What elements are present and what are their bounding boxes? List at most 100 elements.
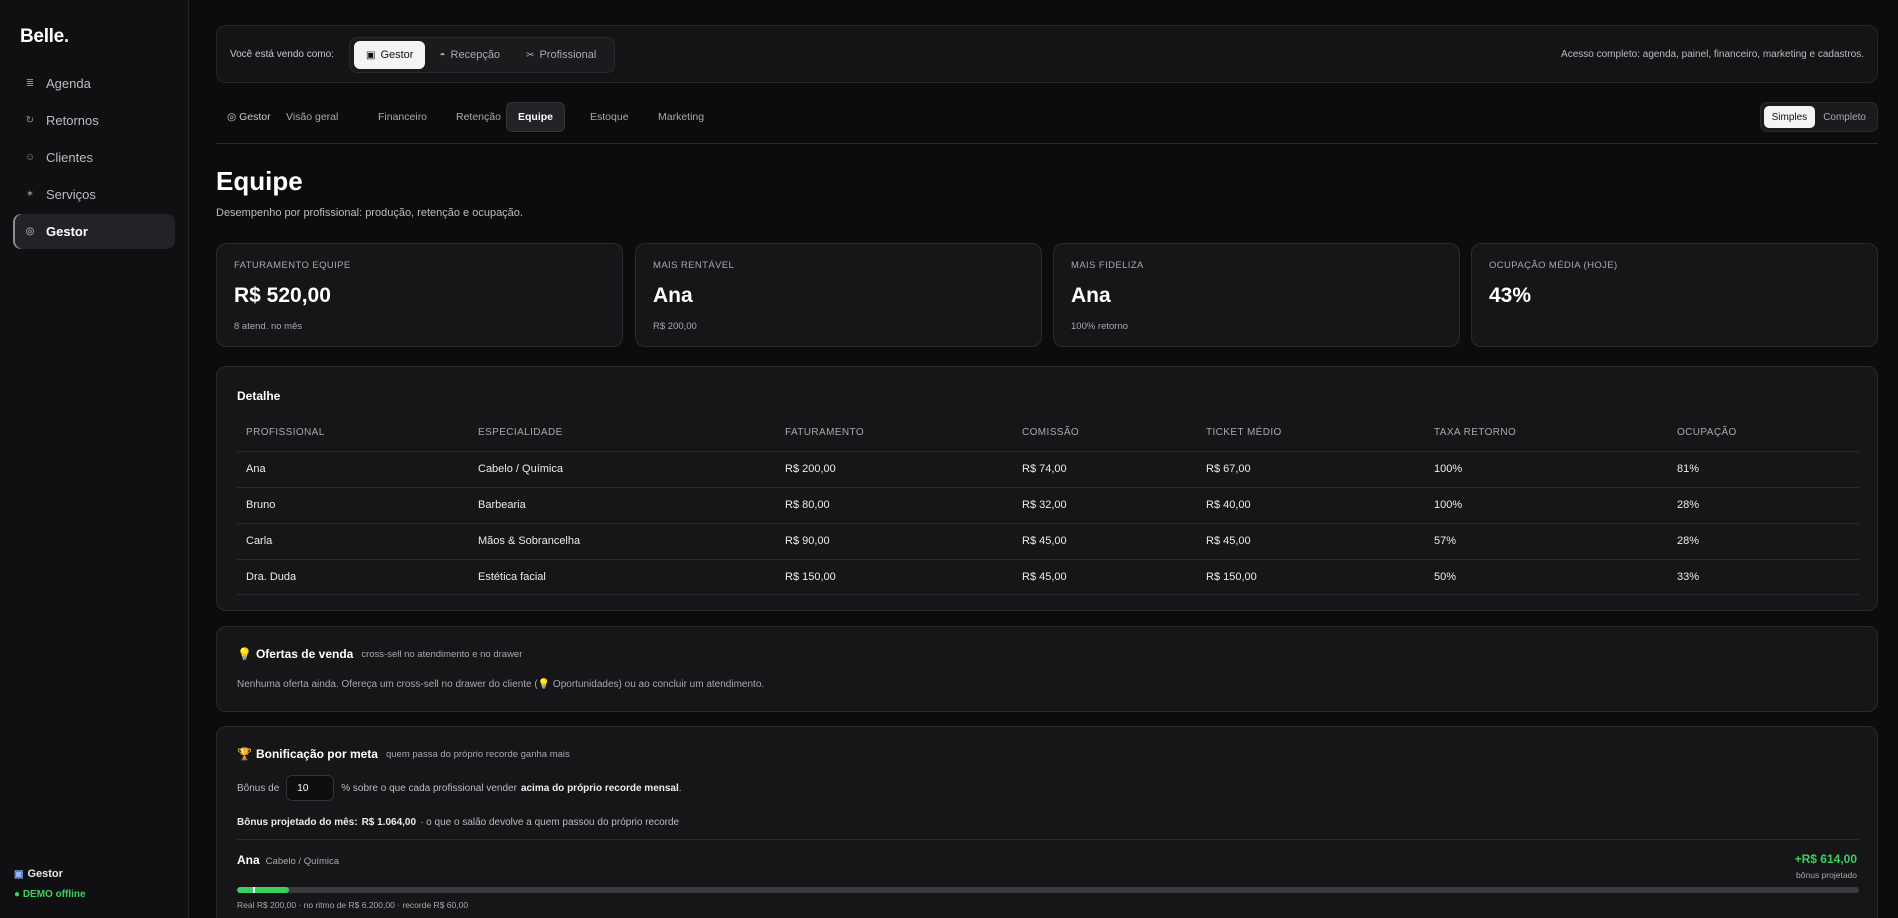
role-button-label: Gestor (380, 49, 414, 61)
kpi-label: MAIS RENTÁVEL (653, 260, 735, 271)
view-mode-toggle: Simples Completo (1759, 102, 1878, 132)
kpi-value: R$ 520,00 (234, 284, 331, 307)
app-logo[interactable]: Belle. (20, 26, 69, 48)
bonus-title: 🏆 Bonificação por meta quem passa do pró… (237, 747, 570, 761)
kpi-card: FATURAMENTO EQUIPE R$ 520,00 8 atend. no… (216, 243, 623, 347)
table-row[interactable]: Carla Mãos & Sobrancelha R$ 90,00 R$ 45,… (237, 523, 1859, 559)
bonus-progress-bar (237, 887, 1859, 893)
column-header: ESPECIALIDADE (478, 427, 563, 438)
cell-ticket: R$ 40,00 (1206, 499, 1251, 511)
role-button-profissional[interactable]: ✂ Profissional (514, 41, 608, 69)
person-icon: ☺ (24, 152, 36, 163)
sidebar: Belle. ≣ Agenda ↻ Retornos ☺ Clientes ✶ … (0, 0, 189, 918)
tab-gestor[interactable]: ◎ Gestor (216, 102, 282, 132)
sidebar-item-servicos[interactable]: ✶ Serviços (13, 177, 175, 212)
role-button-label: Recepção (450, 49, 501, 61)
column-header: FATURAMENTO (785, 427, 865, 438)
cell-specialty: Barbearia (478, 499, 526, 511)
mode-full-button[interactable]: Completo (1815, 106, 1874, 128)
role-button-gestor[interactable]: ▣ Gestor (354, 41, 426, 69)
tab-estoque[interactable]: Estoque (579, 102, 640, 132)
sidebar-item-agenda[interactable]: ≣ Agenda (13, 66, 175, 101)
tab-equipe[interactable]: Equipe (506, 102, 566, 132)
cell-commission: R$ 45,00 (1022, 535, 1067, 547)
role-switcher: ▣ Gestor ◓ Recepção ✂ Profissional (349, 37, 616, 73)
sidebar-item-clientes[interactable]: ☺ Clientes (13, 140, 175, 175)
cell-professional: Dra. Duda (246, 571, 297, 583)
cell-specialty: Cabelo / Química (478, 463, 563, 475)
main-content: Você está vendo como: ▣ Gestor ◓ Recepçã… (216, 0, 1878, 918)
bonus-percent-input[interactable] (286, 775, 335, 801)
bonus-projected-label: Bônus projetado do mês: (237, 817, 358, 828)
cell-return-rate: 50% (1434, 571, 1457, 583)
table-row[interactable]: Ana Cabelo / Química R$ 200,00 R$ 74,00 … (237, 451, 1859, 487)
current-role: ▣ Gestor (14, 868, 63, 880)
cell-return-rate: 100% (1434, 499, 1463, 511)
kpi-sub: 100% retorno (1071, 321, 1129, 332)
bonus-end-text: . (678, 782, 682, 794)
role-access-note: Acesso completo: agenda, painel, finance… (1561, 49, 1864, 60)
sidebar-nav: ≣ Agenda ↻ Retornos ☺ Clientes ✶ Serviço… (13, 66, 175, 251)
bonus-projected-suffix: · o que o salão devolve a quem passou do… (420, 817, 680, 828)
bonus-subtitle: quem passa do próprio recorde ganha mais (385, 748, 570, 760)
section-tabs: ◎ Gestor Visão geral Financeiro Retenção… (216, 102, 1878, 144)
cell-occupancy: 81% (1677, 463, 1700, 475)
professional-specialty: Cabelo / Química (265, 856, 340, 867)
offers-empty-text: Nenhuma oferta ainda. Ofereça um cross-s… (237, 679, 765, 690)
bonus-card: 🏆 Bonificação por meta quem passa do pró… (216, 726, 1878, 918)
cell-occupancy: 28% (1677, 535, 1700, 547)
page-title: Equipe (216, 166, 303, 196)
cell-return-rate: 57% (1434, 535, 1457, 547)
cell-professional: Ana (246, 463, 266, 475)
kpi-value: Ana (653, 284, 693, 307)
column-header: COMISSÃO (1022, 427, 1080, 438)
kpi-card: MAIS RENTÁVEL Ana R$ 200,00 (635, 243, 1042, 347)
sparkle-icon: ✶ (25, 189, 35, 200)
kpi-label: OCUPAÇÃO MÉDIA (HOJE) (1489, 260, 1618, 271)
role-button-label: Profissional (539, 49, 597, 61)
bonus-amount-label: bônus projetado (1796, 870, 1857, 880)
kpi-label: FATURAMENTO EQUIPE (234, 260, 351, 271)
cell-revenue: R$ 200,00 (785, 463, 836, 475)
offers-subtitle: cross-sell no atendimento e no drawer (361, 648, 523, 660)
detail-card: Detalhe PROFISSIONAL ESPECIALIDADE FATUR… (216, 366, 1878, 611)
scissors-icon: ✂ (526, 49, 535, 61)
offers-title: 💡 Ofertas de venda cross-sell no atendim… (237, 647, 522, 661)
manager-icon: ▣ (14, 868, 24, 880)
sidebar-item-gestor[interactable]: ◎ Gestor (13, 214, 175, 249)
bonus-mid-text: % sobre o que cada profissional vender (341, 782, 517, 794)
divider (237, 839, 1859, 840)
current-role-label: Gestor (27, 868, 63, 880)
cell-return-rate: 100% (1434, 463, 1463, 475)
role-switcher-bar: Você está vendo como: ▣ Gestor ◓ Recepçã… (216, 25, 1878, 83)
tab-visao-geral[interactable]: Visão geral (275, 102, 349, 132)
sidebar-item-retornos[interactable]: ↻ Retornos (13, 103, 175, 138)
bonus-bold-text: acima do próprio recorde mensal (520, 782, 679, 794)
role-button-recepcao[interactable]: ◓ Recepção (427, 41, 512, 69)
column-header: OCUPAÇÃO (1677, 427, 1737, 438)
manager-icon: ▣ (366, 49, 376, 61)
table-row[interactable]: Dra. Duda Estética facial R$ 150,00 R$ 4… (237, 559, 1859, 595)
cell-ticket: R$ 45,00 (1206, 535, 1251, 547)
cell-commission: R$ 32,00 (1022, 499, 1067, 511)
tab-marketing[interactable]: Marketing (647, 102, 715, 132)
bonus-projected-value: R$ 1.064,00 (361, 817, 417, 828)
sidebar-item-label: Clientes (46, 150, 93, 165)
bonus-rule: Bônus de % sobre o que cada profissional… (237, 775, 682, 801)
demo-status: ● DEMO offline (14, 889, 86, 900)
sidebar-item-label: Agenda (46, 76, 91, 91)
tab-retencao[interactable]: Retenção (445, 102, 512, 132)
cell-commission: R$ 45,00 (1022, 571, 1067, 583)
bonus-professional-name: Ana Cabelo / Química (237, 853, 339, 867)
refresh-icon: ↻ (25, 115, 35, 126)
kpi-card: MAIS FIDELIZA Ana 100% retorno (1053, 243, 1460, 347)
cell-professional: Bruno (246, 499, 276, 511)
kpi-value: 43% (1489, 284, 1532, 307)
kpi-sub: R$ 200,00 (653, 321, 697, 332)
kpi-sub: 8 atend. no mês (234, 321, 303, 332)
tab-financeiro[interactable]: Financeiro (367, 102, 438, 132)
mode-simple-button[interactable]: Simples (1763, 106, 1816, 128)
table-row[interactable]: Bruno Barbearia R$ 80,00 R$ 32,00 R$ 40,… (237, 487, 1859, 523)
cell-revenue: R$ 80,00 (785, 499, 830, 511)
cell-revenue: R$ 90,00 (785, 535, 830, 547)
